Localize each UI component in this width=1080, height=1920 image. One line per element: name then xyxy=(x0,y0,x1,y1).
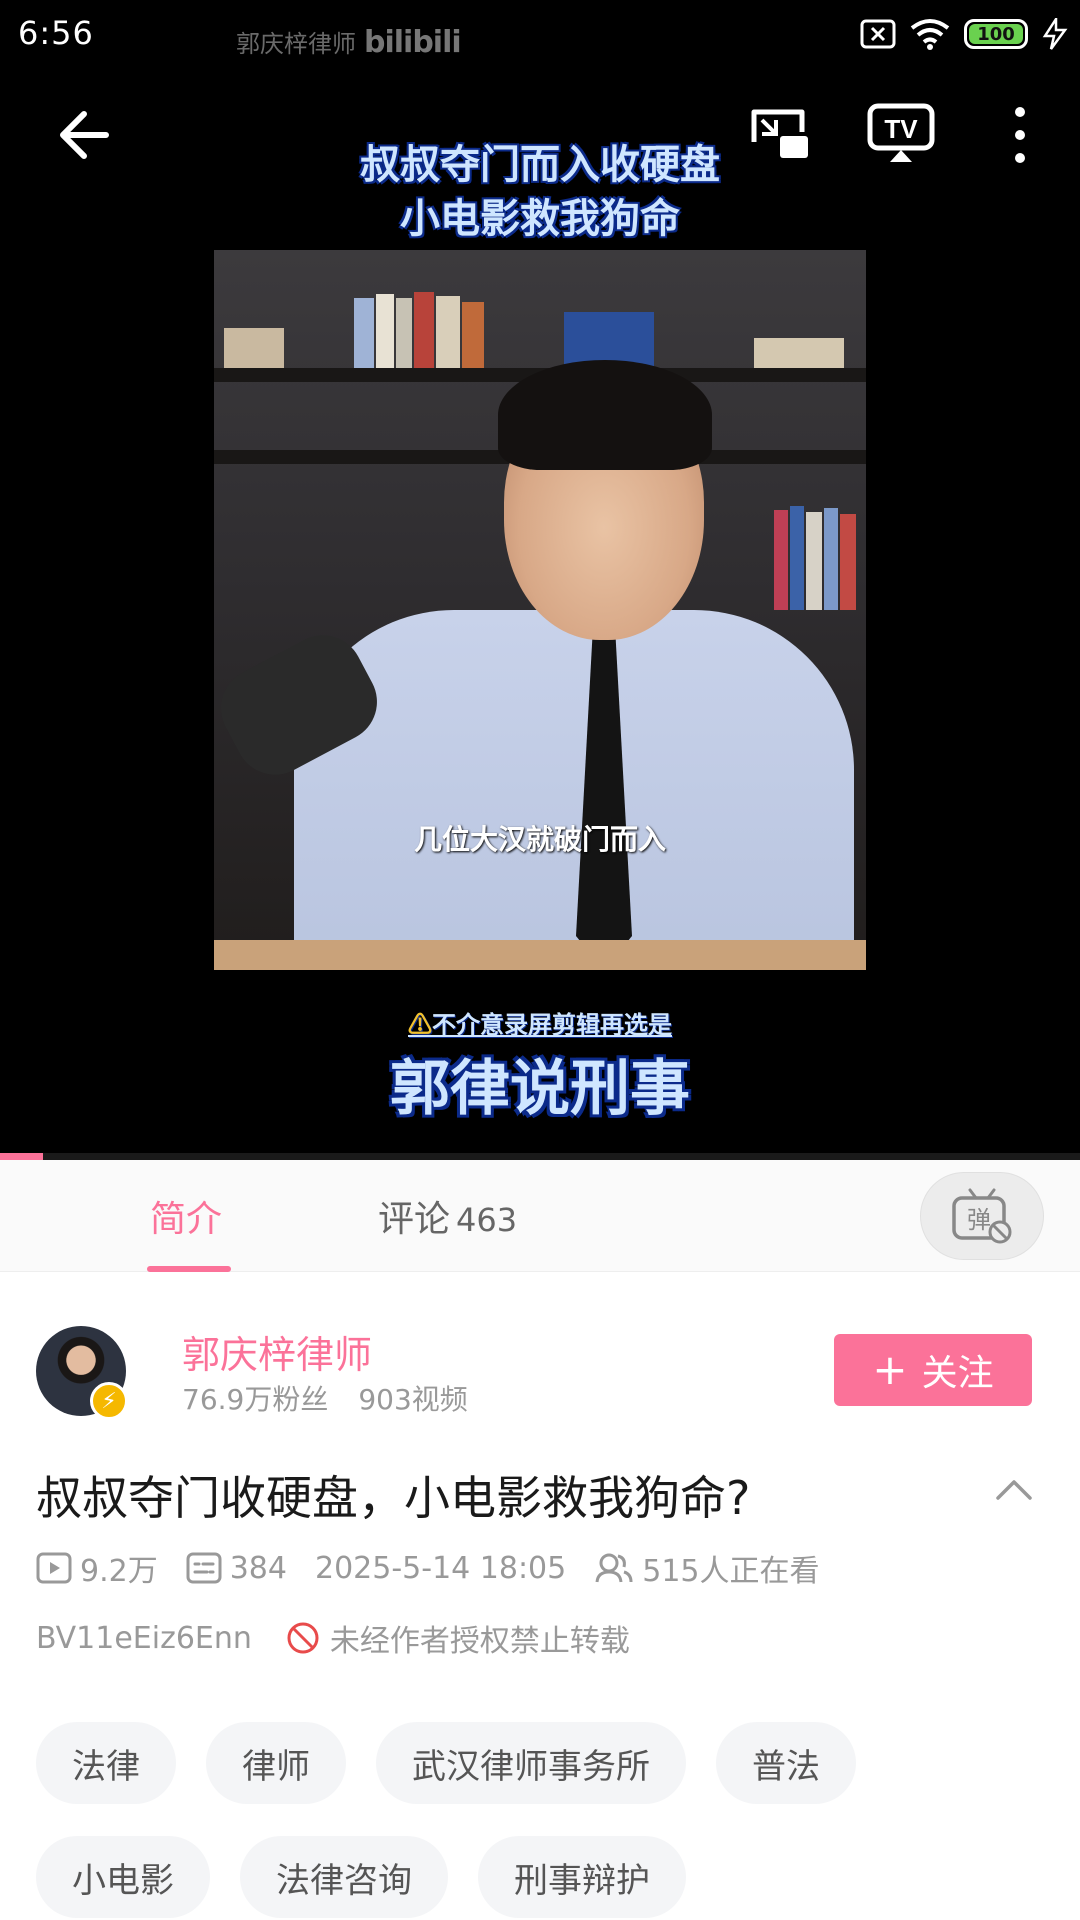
follow-button[interactable]: + 关注 xyxy=(834,1334,1032,1406)
tag-row: 小电影 法律咨询 刑事辩护 xyxy=(36,1836,1056,1918)
status-time: 6:56 xyxy=(18,14,94,52)
play-count-icon xyxy=(36,1552,72,1584)
tag-chip[interactable]: 刑事辩护 xyxy=(478,1836,686,1918)
bvid: BV11eEiz6Enn xyxy=(36,1620,252,1656)
danmaku-count-icon xyxy=(186,1552,222,1584)
progress-played xyxy=(0,1153,44,1160)
watching-count: 515人正在看 xyxy=(594,1546,820,1590)
battery-icon: 100 xyxy=(964,19,1028,49)
tab-comments[interactable]: 评论 463 xyxy=(378,1190,517,1242)
wifi-icon xyxy=(910,19,950,50)
video-frame: 几位大汉就破门而入 xyxy=(214,250,866,970)
active-tab-indicator xyxy=(147,1266,231,1272)
video-count: 903视频 xyxy=(358,1383,468,1416)
video-caption-line-1: 叔叔夺门而入收硬盘 xyxy=(360,141,720,188)
warning-icon: ⚠ xyxy=(408,1010,432,1039)
tag-chip[interactable]: 律师 xyxy=(206,1722,346,1804)
video-title: 叔叔夺门收硬盘，小电影救我狗命? xyxy=(36,1471,751,1525)
uploader-card: ⚡ 郭庆梓律师 76.9万粉丝 903视频 + 关注 xyxy=(0,1310,1080,1420)
status-icons: 100 xyxy=(860,18,1068,50)
tag-chip[interactable]: 小电影 xyxy=(36,1836,210,1918)
video-player[interactable]: 6:56 郭庆梓律师 bilibili 100 TV 叔叔夺门而入收硬盘 小电影… xyxy=(0,0,1080,1160)
plus-icon: + xyxy=(872,1345,908,1394)
video-id-row: BV11eEiz6Enn 未经作者授权禁止转载 xyxy=(36,1616,630,1660)
video-brand-text: 郭律说刑事 xyxy=(390,1054,690,1124)
video-warning-text: ⚠不介意录屏剪辑再选是 xyxy=(408,1010,672,1039)
bilibili-logo: bilibili xyxy=(364,25,462,60)
tab-intro[interactable]: 简介 xyxy=(150,1190,222,1242)
status-bar: 6:56 郭庆梓律师 bilibili 100 xyxy=(0,0,1080,72)
viewers-icon xyxy=(595,1553,633,1583)
danmaku-off-icon: 弹 xyxy=(952,1188,1012,1244)
tag-chip[interactable]: 法律咨询 xyxy=(240,1836,448,1918)
no-repost-icon xyxy=(287,1622,319,1654)
uploader-stats: 76.9万粉丝 903视频 xyxy=(182,1378,468,1418)
danmaku-count: 384 xyxy=(186,1551,287,1586)
svg-text:弹: 弹 xyxy=(967,1206,991,1234)
detail-tabs: 简介 评论 463 弹 xyxy=(0,1160,1080,1272)
tag-chip[interactable]: 法律 xyxy=(36,1722,176,1804)
uploader-name[interactable]: 郭庆梓律师 xyxy=(182,1324,372,1379)
video-subtitle: 几位大汉就破门而入 xyxy=(413,823,666,856)
video-watermark: 郭庆梓律师 bilibili xyxy=(236,25,462,60)
progress-bar[interactable] xyxy=(0,1153,1080,1160)
chevron-up-icon[interactable] xyxy=(990,1466,1038,1514)
fans-count: 76.9万粉丝 xyxy=(182,1383,329,1416)
danmaku-toggle-button[interactable]: 弹 xyxy=(920,1172,1044,1260)
tag-chip[interactable]: 武汉律师事务所 xyxy=(376,1722,686,1804)
video-meta: 9.2万 384 2025-5-14 18:05 515人正在看 xyxy=(36,1546,848,1590)
copyright-notice: 未经作者授权禁止转载 xyxy=(329,1624,630,1659)
view-count: 9.2万 xyxy=(36,1546,158,1590)
publish-date: 2025-5-14 18:05 xyxy=(314,1550,567,1586)
lightning-badge-icon: ⚡ xyxy=(90,1382,128,1420)
tag-list: 法律 律师 武汉律师事务所 普法 小电影 法律咨询 刑事辩护 xyxy=(36,1722,1056,1920)
tag-row: 法律 律师 武汉律师事务所 普法 xyxy=(36,1722,1056,1804)
comment-count: 463 xyxy=(456,1201,518,1239)
no-sim-icon xyxy=(860,19,896,49)
video-caption-line-2: 小电影救我狗命 xyxy=(400,195,680,242)
charging-icon xyxy=(1042,18,1068,50)
tag-chip[interactable]: 普法 xyxy=(716,1722,856,1804)
